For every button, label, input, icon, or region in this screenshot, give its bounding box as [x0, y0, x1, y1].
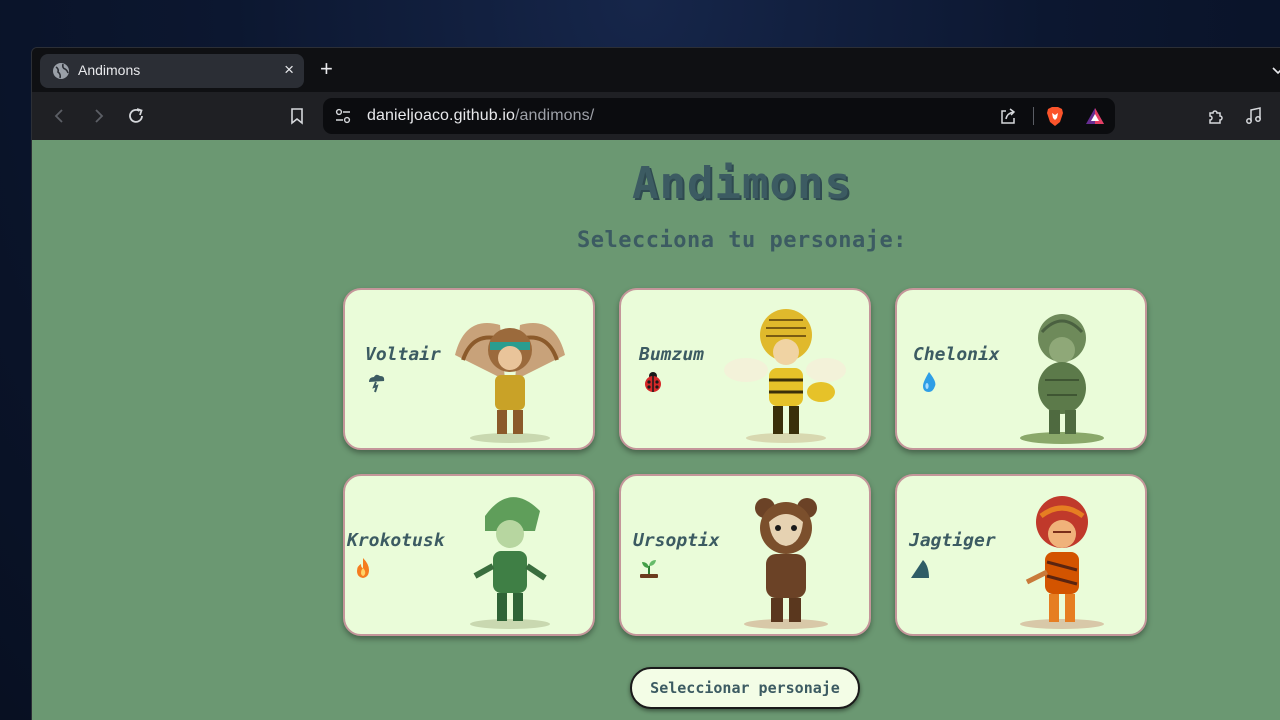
storm-cloud-icon [369, 374, 385, 393]
browser-window: Andimons × + danieljoaco.github.io/andim… [31, 47, 1280, 720]
url-host: danieljoaco.github.io [367, 107, 515, 124]
jagtiger-portrait [1020, 496, 1104, 629]
page-content: Andimons Selecciona tu personaje: Voltai… [32, 140, 1280, 720]
character-card-jagtiger[interactable]: Jagtiger [895, 474, 1147, 636]
seedling-icon [640, 560, 658, 578]
media-music-note-icon[interactable] [1243, 106, 1263, 126]
ursoptix-portrait [744, 498, 828, 629]
chelonix-portrait [1020, 314, 1104, 444]
rewards-triangle-icon[interactable] [1085, 107, 1105, 125]
rock-icon [911, 560, 929, 578]
tab-title: Andimons [78, 62, 141, 78]
water-drop-icon [923, 372, 936, 392]
character-card-voltair[interactable]: Voltair [343, 288, 595, 450]
extensions-puzzle-icon[interactable] [1206, 106, 1226, 126]
site-settings-icon[interactable] [335, 108, 351, 124]
bumzum-portrait [724, 309, 846, 443]
back-arrow-icon[interactable] [50, 106, 70, 126]
chevron-down-icon[interactable] [1272, 64, 1280, 76]
page-title: Andimons [632, 158, 852, 209]
url-text[interactable]: danieljoaco.github.io/andimons/ [367, 107, 594, 125]
character-name: Ursoptix [633, 530, 720, 551]
tab-andimons[interactable]: Andimons × [40, 54, 304, 88]
character-card-chelonix[interactable]: Chelonix [895, 288, 1147, 450]
url-path: /andimons/ [515, 107, 595, 124]
character-name: Chelonix [913, 344, 1000, 365]
krokotusk-portrait [470, 497, 550, 629]
omnibox-divider [1033, 107, 1034, 125]
reload-icon[interactable] [126, 106, 146, 126]
brave-shields-icon[interactable] [1045, 106, 1065, 127]
tab-strip: Andimons × + [32, 48, 1280, 92]
ladybug-icon [645, 372, 661, 392]
character-name: Jagtiger [909, 530, 996, 551]
character-name: Krokotusk [347, 530, 445, 551]
page-subtitle: Selecciona tu personaje: [577, 228, 907, 253]
select-character-button[interactable]: Seleccionar personaje [630, 667, 860, 709]
character-name: Voltair [365, 344, 441, 365]
address-bar[interactable]: danieljoaco.github.io/andimons/ [323, 98, 1115, 134]
fire-icon [357, 558, 369, 578]
character-card-bumzum[interactable]: Bumzum [619, 288, 871, 450]
new-tab-button[interactable]: + [320, 58, 333, 80]
toolbar: danieljoaco.github.io/andimons/ [32, 92, 1280, 140]
globe-icon [53, 63, 69, 79]
character-card-ursoptix[interactable]: Ursoptix [619, 474, 871, 636]
share-icon[interactable] [999, 107, 1017, 125]
character-card-krokotusk[interactable]: Krokotusk [343, 474, 595, 636]
character-name: Bumzum [639, 344, 705, 365]
tab-close-icon[interactable]: × [284, 60, 294, 80]
forward-arrow-icon[interactable] [88, 106, 108, 126]
bookmark-icon[interactable] [287, 106, 307, 126]
voltair-portrait [455, 323, 565, 443]
